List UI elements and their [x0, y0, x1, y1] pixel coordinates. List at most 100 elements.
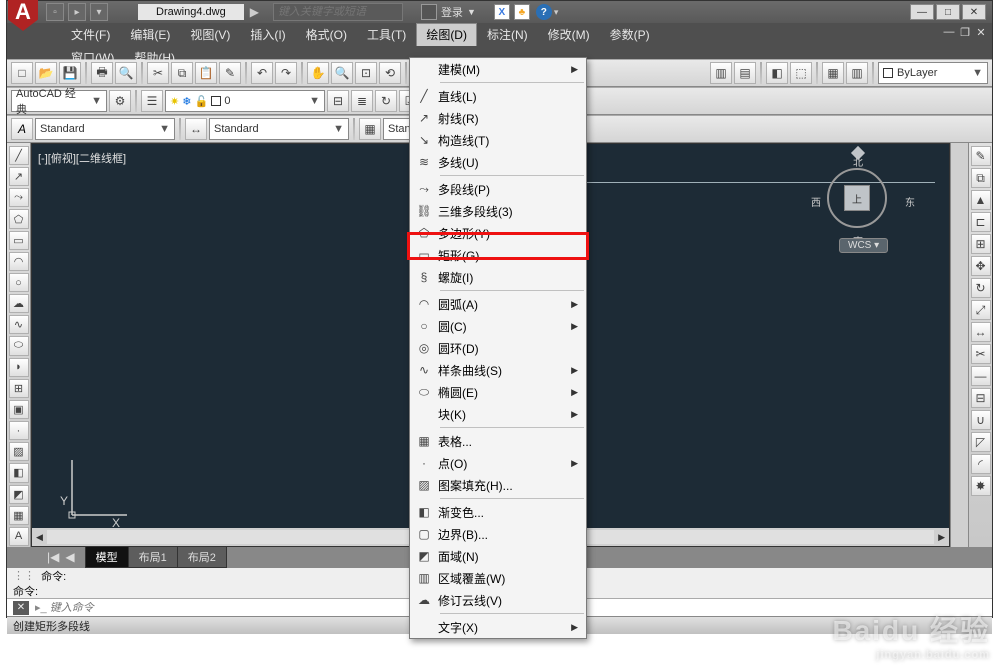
revcloud-icon[interactable]: ☁: [9, 294, 29, 313]
menu-format[interactable]: 格式(O): [296, 23, 357, 46]
menu-modify[interactable]: 修改(M): [538, 23, 600, 46]
ellipse-icon[interactable]: ⬭: [9, 336, 29, 355]
polygon-icon[interactable]: ⬠: [9, 209, 29, 228]
preview-icon[interactable]: 🔍: [115, 62, 137, 84]
menu-item[interactable]: ⬠多边形(Y): [410, 222, 586, 244]
menu-item[interactable]: ≋多线(U): [410, 151, 586, 173]
menu-item[interactable]: ◧渐变色...: [410, 501, 586, 523]
pline-icon[interactable]: ⤳: [9, 188, 29, 207]
cmd-close-icon[interactable]: ✕: [13, 601, 29, 615]
layer-icon3[interactable]: ↻: [375, 90, 397, 112]
zoom-icon[interactable]: 🔍: [331, 62, 353, 84]
point-icon[interactable]: ·: [9, 421, 29, 440]
tab-layout1[interactable]: 布局1: [128, 546, 178, 568]
menu-item[interactable]: ▢边界(B)...: [410, 523, 586, 545]
title-arrow-icon[interactable]: ▶: [244, 5, 265, 19]
signin-button[interactable]: 登录 ▼: [421, 4, 476, 20]
xline-icon[interactable]: ↗: [9, 167, 29, 186]
search-input[interactable]: [273, 3, 403, 21]
ellipsearc-icon[interactable]: ◗: [9, 358, 29, 377]
zoom-prev-icon[interactable]: ⟲: [379, 62, 401, 84]
layer-manager-icon[interactable]: ☰: [141, 90, 163, 112]
tbtn-b-icon[interactable]: ▤: [734, 62, 756, 84]
tbtn-d-icon[interactable]: ⬚: [790, 62, 812, 84]
ws-gear-icon[interactable]: ⚙: [109, 90, 131, 112]
menu-item[interactable]: ↘构造线(T): [410, 129, 586, 151]
erase-icon[interactable]: ✎: [971, 146, 991, 166]
table-icon[interactable]: ▦: [9, 506, 29, 525]
insert-icon[interactable]: ⊞: [9, 379, 29, 398]
mdi-minimize-icon[interactable]: —: [942, 25, 956, 39]
redo-icon[interactable]: ↷: [275, 62, 297, 84]
pan-icon[interactable]: ✋: [307, 62, 329, 84]
move-icon[interactable]: ✥: [971, 256, 991, 276]
layer-icon2[interactable]: ≣: [351, 90, 373, 112]
zoom-win-icon[interactable]: ⊡: [355, 62, 377, 84]
line-icon[interactable]: ╱: [9, 146, 29, 165]
scroll-right-icon[interactable]: ▶: [934, 532, 949, 543]
break-icon[interactable]: ⊟: [971, 388, 991, 408]
qat-open-icon[interactable]: ▸: [68, 3, 86, 21]
menu-item[interactable]: 建模(M)▶: [410, 58, 586, 80]
scale-icon[interactable]: ⤢: [971, 300, 991, 320]
table-style-icon[interactable]: ▦: [359, 118, 381, 140]
menu-item[interactable]: ╱直线(L): [410, 85, 586, 107]
new-icon[interactable]: □: [11, 62, 33, 84]
fillet-icon[interactable]: ◜: [971, 454, 991, 474]
gradient-icon[interactable]: ◧: [9, 463, 29, 482]
tbtn-e-icon[interactable]: ▦: [822, 62, 844, 84]
copy2-icon[interactable]: ⧉: [971, 168, 991, 188]
region-icon[interactable]: ◩: [9, 485, 29, 504]
exchange-s-icon[interactable]: ♣: [514, 4, 530, 20]
undo-icon[interactable]: ↶: [251, 62, 273, 84]
exchange-x-icon[interactable]: X: [494, 4, 510, 20]
cube-face[interactable]: 上: [844, 185, 870, 211]
menu-item[interactable]: ◩面域(N): [410, 545, 586, 567]
mirror-icon[interactable]: ▲: [971, 190, 991, 210]
menu-item[interactable]: ·点(O)▶: [410, 452, 586, 474]
rect-icon[interactable]: ▭: [9, 231, 29, 250]
trim-icon[interactable]: ✂: [971, 344, 991, 364]
cmd-grip-icon[interactable]: ⋮⋮: [13, 569, 35, 582]
workspace-combo[interactable]: AutoCAD 经典▼: [11, 90, 107, 112]
tbtn-c-icon[interactable]: ◧: [766, 62, 788, 84]
view-label[interactable]: [-][俯视][二维线框]: [38, 150, 126, 166]
menu-item[interactable]: ☁修订云线(V): [410, 589, 586, 611]
menu-item[interactable]: ▭矩形(G): [410, 244, 586, 266]
menu-view[interactable]: 视图(V): [180, 23, 240, 46]
explode-icon[interactable]: ✸: [971, 476, 991, 496]
menu-item[interactable]: ▨图案填充(H)...: [410, 474, 586, 496]
menu-item[interactable]: ⛓三维多段线(3): [410, 200, 586, 222]
menu-item[interactable]: §螺旋(I): [410, 266, 586, 288]
copy-icon[interactable]: ⧉: [171, 62, 193, 84]
menu-item[interactable]: ⬭椭圆(E)▶: [410, 381, 586, 403]
stretch-icon[interactable]: ↔: [971, 322, 991, 342]
menu-item[interactable]: ↗射线(R): [410, 107, 586, 129]
mtext-icon[interactable]: A: [9, 527, 29, 546]
dim-style-combo[interactable]: Standard▼: [209, 118, 349, 140]
match-icon[interactable]: ✎: [219, 62, 241, 84]
menu-item[interactable]: ◎圆环(D): [410, 337, 586, 359]
extend-icon[interactable]: —: [971, 366, 991, 386]
circle-icon[interactable]: ○: [9, 273, 29, 292]
menu-insert[interactable]: 插入(I): [240, 23, 295, 46]
join-icon[interactable]: ∪: [971, 410, 991, 430]
arc-icon[interactable]: ◠: [9, 252, 29, 271]
rotate-icon[interactable]: ↻: [971, 278, 991, 298]
tab-nav-first-icon[interactable]: |◀: [47, 550, 59, 564]
menu-item[interactable]: ◠圆弧(A)▶: [410, 293, 586, 315]
menu-edit[interactable]: 编辑(E): [120, 23, 180, 46]
cut-icon[interactable]: ✂: [147, 62, 169, 84]
menu-item[interactable]: ▦表格...: [410, 430, 586, 452]
menu-item[interactable]: ∿样条曲线(S)▶: [410, 359, 586, 381]
maximize-button[interactable]: □: [936, 4, 960, 20]
chamfer-icon[interactable]: ◸: [971, 432, 991, 452]
menu-item[interactable]: 文字(X)▶: [410, 616, 586, 638]
hatch-icon[interactable]: ▨: [9, 442, 29, 461]
mdi-restore-icon[interactable]: ❐: [958, 25, 972, 39]
save-icon[interactable]: 💾: [59, 62, 81, 84]
print-icon[interactable]: 🖶: [91, 62, 113, 84]
menu-item[interactable]: ⤳多段线(P): [410, 178, 586, 200]
text-style-combo[interactable]: Standard▼: [35, 118, 175, 140]
menu-item[interactable]: ○圆(C)▶: [410, 315, 586, 337]
